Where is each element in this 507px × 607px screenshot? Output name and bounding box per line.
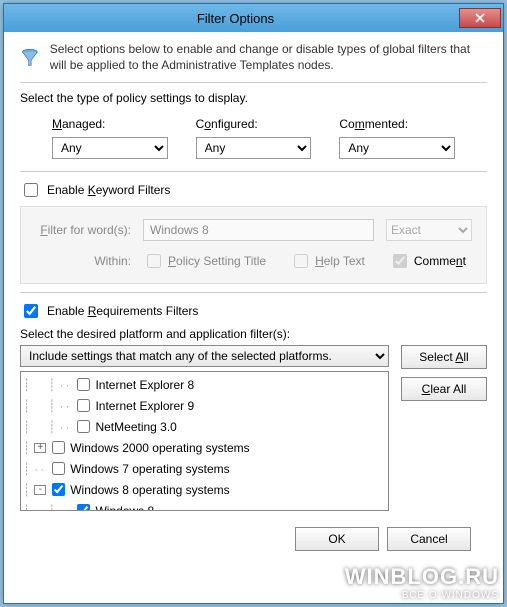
tree-item[interactable]: ┊+Windows 2000 operating systems xyxy=(23,437,386,458)
configured-select[interactable]: Any xyxy=(196,137,312,159)
enable-keyword-checkbox[interactable] xyxy=(24,183,38,197)
tree-item-label: Windows 7 operating systems xyxy=(70,462,229,476)
tree-item[interactable]: ┊┊··Windows 8 xyxy=(23,500,386,511)
enable-keyword-label: Enable Keyword Filters xyxy=(47,183,170,197)
tree-checkbox[interactable] xyxy=(77,504,90,511)
tree-item[interactable]: ┊┊··Internet Explorer 8 xyxy=(23,374,386,395)
tree-item[interactable]: ┊┊··Internet Explorer 9 xyxy=(23,395,386,416)
tree-item-label: Internet Explorer 9 xyxy=(95,399,194,413)
tree-checkbox[interactable] xyxy=(52,462,65,475)
expand-icon[interactable]: + xyxy=(34,443,46,453)
commented-select[interactable]: Any xyxy=(339,137,455,159)
titlebar: Filter Options xyxy=(4,4,503,32)
window-title: Filter Options xyxy=(12,11,459,26)
intro-text: Select options below to enable and chang… xyxy=(50,42,487,74)
close-icon xyxy=(475,13,485,23)
ok-button[interactable]: OK xyxy=(295,527,379,551)
managed-label: Managed: xyxy=(52,117,168,131)
tree-item[interactable]: ┊··Windows 7 operating systems xyxy=(23,458,386,479)
tree-item[interactable]: ┊-Windows 8 operating systems xyxy=(23,479,386,500)
close-button[interactable] xyxy=(459,8,501,28)
keyword-block: Filter for word(s): Exact Within: Policy… xyxy=(20,206,487,284)
divider xyxy=(20,292,487,293)
tree-item-label: NetMeeting 3.0 xyxy=(95,420,176,434)
requirements-block: Select the desired platform and applicat… xyxy=(20,327,487,511)
divider xyxy=(20,82,487,83)
intro-row: Select options below to enable and chang… xyxy=(20,42,487,74)
expand-icon[interactable]: - xyxy=(34,485,46,495)
tree-item-label: Windows 2000 operating systems xyxy=(70,441,249,455)
policy-title-check: Policy Setting Title xyxy=(143,251,266,271)
enable-keyword-row[interactable]: Enable Keyword Filters xyxy=(20,180,487,200)
dialog-footer: OK Cancel xyxy=(20,527,471,551)
filter-options-dialog: Filter Options Select options below to e… xyxy=(3,3,504,604)
tree-checkbox[interactable] xyxy=(52,441,65,454)
tree-item-label: Windows 8 xyxy=(95,504,154,512)
clear-all-button[interactable]: Clear All xyxy=(401,377,487,401)
tree-checkbox[interactable] xyxy=(77,420,90,433)
filter-words-input xyxy=(143,219,374,241)
side-buttons: Select All Clear All xyxy=(397,327,487,511)
comment-check: Comment xyxy=(389,251,466,271)
section1-label: Select the type of policy settings to di… xyxy=(20,91,487,105)
divider xyxy=(20,171,487,172)
match-select: Exact xyxy=(386,219,472,241)
platform-filter-select[interactable]: Include settings that match any of the s… xyxy=(20,345,389,367)
commented-label: Commented: xyxy=(339,117,455,131)
platform-filter-label: Select the desired platform and applicat… xyxy=(20,327,389,341)
dialog-content: Select options below to enable and chang… xyxy=(4,32,503,561)
tree-item-label: Windows 8 operating systems xyxy=(70,483,229,497)
help-text-check: Help Text xyxy=(290,251,365,271)
dropdown-row: Managed: Any Configured: Any Commented: … xyxy=(52,117,455,159)
tree-checkbox[interactable] xyxy=(52,483,65,496)
tree-checkbox[interactable] xyxy=(77,378,90,391)
cancel-button[interactable]: Cancel xyxy=(387,527,471,551)
enable-requirements-row[interactable]: Enable Requirements Filters xyxy=(20,301,487,321)
platform-tree[interactable]: ┊┊··Internet Explorer 8┊┊··Internet Expl… xyxy=(20,371,389,511)
within-label: Within: xyxy=(35,254,131,268)
managed-select[interactable]: Any xyxy=(52,137,168,159)
tree-item-label: Internet Explorer 8 xyxy=(95,378,194,392)
select-all-button[interactable]: Select All xyxy=(401,345,487,369)
funnel-icon xyxy=(20,42,40,74)
filter-for-label: Filter for word(s): xyxy=(35,223,131,237)
enable-requirements-label: Enable Requirements Filters xyxy=(47,304,198,318)
enable-requirements-checkbox[interactable] xyxy=(24,304,38,318)
configured-label: Configured: xyxy=(196,117,312,131)
tree-checkbox[interactable] xyxy=(77,399,90,412)
tree-item[interactable]: ┊┊··NetMeeting 3.0 xyxy=(23,416,386,437)
